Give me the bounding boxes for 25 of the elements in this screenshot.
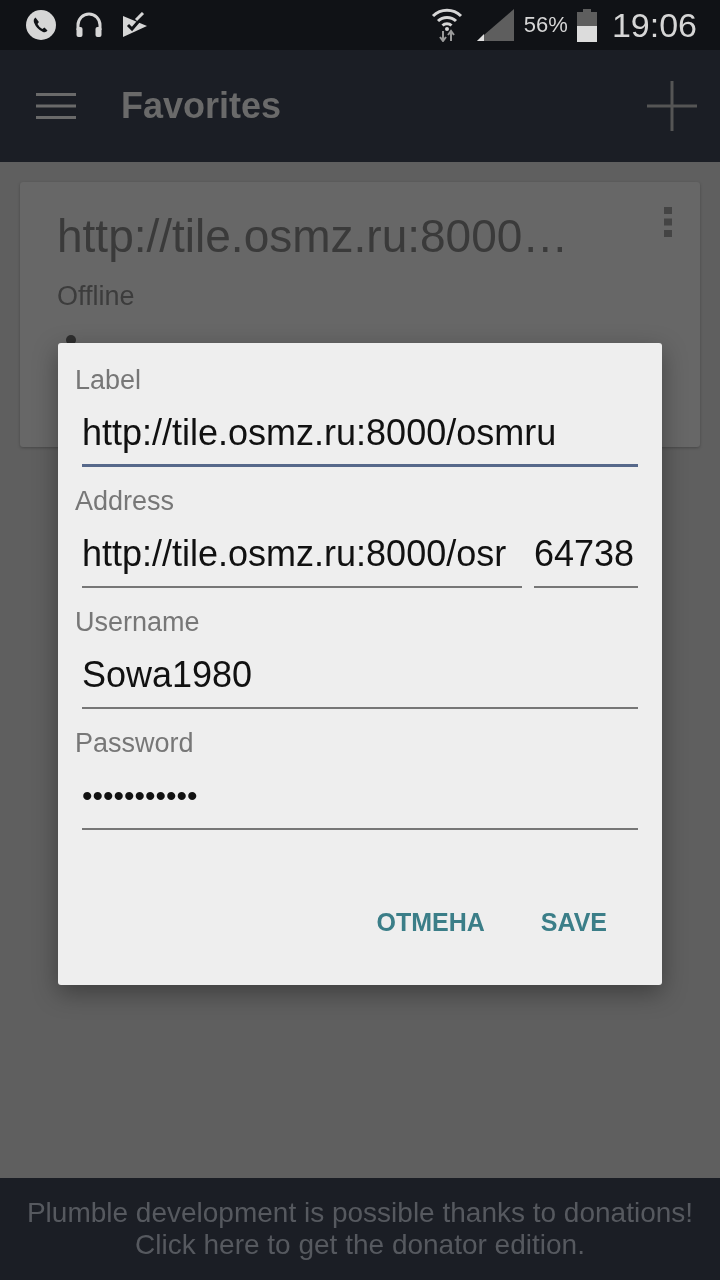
field-label: Username (75, 606, 200, 639)
save-button[interactable]: SAVE (524, 890, 623, 954)
text-field[interactable]: Sowa1980 (82, 643, 638, 709)
field-label: Label (75, 364, 142, 397)
banner-text: Plumble development is possible thanks to donations! (26, 1197, 694, 1229)
text-field[interactable]: 64738 (534, 522, 638, 588)
signal-icon (476, 9, 514, 41)
banner-text: Click here to get the donator edition. (135, 1229, 585, 1261)
battery-percent: 56% (523, 12, 568, 38)
checkmark-icon (122, 12, 148, 38)
cancel-button[interactable]: ОТМЕНА (360, 890, 501, 954)
field-label: Password (75, 727, 194, 760)
phone-icon (26, 10, 56, 40)
field-label: Address (75, 485, 175, 518)
more-icon[interactable] (663, 207, 673, 237)
text-field[interactable]: http://tile.osmz.ru:8000/osr (82, 522, 522, 588)
wifi-icon (430, 8, 463, 42)
headphones-icon (75, 11, 103, 39)
text-field[interactable]: http://tile.osmz.ru:8000/osmru (82, 401, 638, 467)
clock-time: 19:06 (611, 5, 697, 45)
app-title: Favorites (121, 85, 282, 127)
add-icon[interactable] (647, 81, 697, 131)
password-field[interactable]: ••••••••••• (82, 764, 638, 830)
battery-icon (576, 8, 597, 42)
menu-icon[interactable] (36, 93, 76, 119)
